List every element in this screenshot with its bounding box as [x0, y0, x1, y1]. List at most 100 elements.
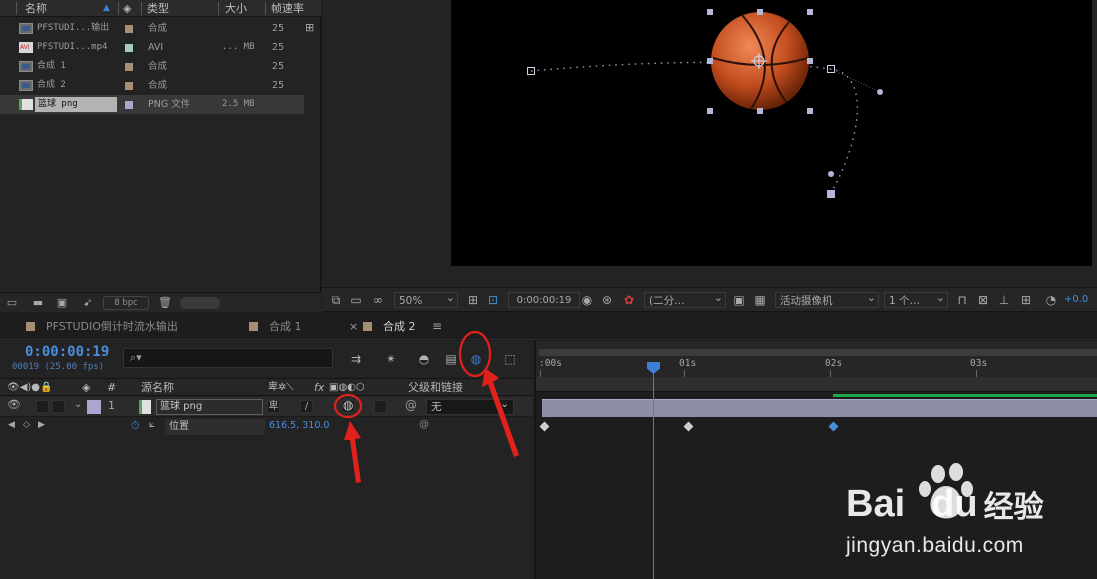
column-number[interactable]: # [107, 379, 116, 397]
enable-motion-blur-icon[interactable]: ◍ [468, 351, 484, 367]
playhead-line[interactable] [653, 365, 654, 579]
layer-name[interactable]: 篮球 png [156, 399, 263, 415]
composition-canvas[interactable] [451, 0, 1092, 266]
graph-icon[interactable]: ⟀ [149, 419, 155, 433]
shy-switch[interactable]: 卑 [267, 400, 280, 413]
bezier-handle[interactable] [828, 171, 834, 177]
viewer-timecode[interactable]: 0:00:00:19 [508, 292, 580, 308]
tab-comp-2[interactable]: 合成 2 [363, 313, 416, 340]
tab-comp-1[interactable]: 合成 1 [249, 313, 302, 340]
channel-icon[interactable]: ✿ [622, 293, 636, 307]
views-dropdown[interactable]: 1 个… [884, 290, 948, 308]
project-item[interactable]: PFSTUDI...mp4 AVI ... MB 25 [0, 38, 304, 57]
parent-dropdown[interactable]: 无 ⌄ [426, 398, 514, 415]
reset-exposure-icon[interactable]: ◔ [1044, 293, 1058, 307]
comp-flowchart-icon[interactable]: ⊥ [997, 293, 1011, 307]
keyframe-diamond[interactable] [683, 421, 694, 432]
parent-pickwhip-icon[interactable]: @ [405, 398, 417, 412]
keyframe-diamond[interactable] [539, 421, 550, 432]
quality-switch[interactable]: / [300, 400, 313, 413]
shy-layers-icon[interactable]: ✴ [383, 351, 399, 367]
property-row-position[interactable]: ◀ ◇ ▶ ⏱ ⟀ 位置 616.5, 310.0 @ [0, 418, 533, 436]
stopwatch-icon[interactable]: ⏱ [131, 419, 140, 433]
next-keyframe-icon[interactable]: ▶ [38, 420, 45, 434]
close-icon[interactable]: × [349, 320, 358, 333]
current-time[interactable]: 0:00:00:19 [25, 344, 109, 360]
project-item-selected[interactable]: 篮球 png PNG 文件 2.5 MB [0, 95, 304, 114]
zoom-dropdown[interactable]: 50% [394, 290, 458, 308]
render-icon[interactable]: ➹ [82, 297, 94, 308]
label-tag-icon[interactable]: ◈ [82, 379, 90, 397]
motion-path-overlay[interactable] [451, 0, 1092, 266]
expression-pickwhip-icon[interactable]: @ [419, 419, 429, 433]
work-area-track[interactable] [536, 377, 1097, 392]
flowchart-icon[interactable]: ⊞ [1019, 293, 1033, 307]
column-source-name[interactable]: 源名称 [141, 379, 174, 397]
switches-icons[interactable]: 卑✲⟍ [268, 379, 293, 397]
draft-3d-icon[interactable]: ⇉ [348, 351, 364, 367]
always-preview-icon[interactable]: ⧉ [329, 293, 343, 307]
label-tag-icon[interactable]: ◈ [123, 0, 131, 17]
project-item[interactable]: 合成 1 合成 25 [0, 57, 304, 76]
exposure-value[interactable]: +0.0 [1064, 292, 1088, 308]
column-parent[interactable]: 父级和链接 [408, 379, 463, 397]
tab-pfstudio[interactable]: PFSTUDIO倒计时流水输出 [26, 313, 178, 340]
panel-menu-icon[interactable]: ≡ [432, 319, 442, 333]
motion-path[interactable] [530, 61, 859, 194]
prev-keyframe-icon[interactable]: ◀ [8, 420, 15, 434]
eye-icon[interactable]: 👁 [7, 398, 21, 412]
solo-toggle[interactable] [52, 400, 65, 413]
monitor-icon[interactable]: ▭ [349, 293, 363, 307]
mask-visibility-icon[interactable]: ∞ [371, 293, 385, 307]
position-value[interactable]: 616.5, 310.0 [269, 420, 329, 434]
color-depth-button[interactable]: 8 bpc [103, 296, 149, 310]
bezier-handle[interactable] [877, 89, 883, 95]
timeline-icon[interactable]: ⊠ [976, 293, 990, 307]
region-of-interest-icon[interactable]: ⊡ [486, 293, 500, 307]
path-keyframe[interactable] [827, 190, 835, 198]
camera-snapshot-icon[interactable]: ◉ [580, 293, 594, 307]
transparency-grid-icon[interactable]: ▦ [753, 293, 767, 307]
flowchart-icon[interactable]: ⊞ [305, 21, 314, 34]
label-swatch[interactable] [125, 101, 133, 109]
thumbnail-slider[interactable] [180, 297, 220, 309]
fast-preview-icon[interactable]: ▣ [732, 293, 746, 307]
interpret-footage-icon[interactable]: ▭ [6, 297, 18, 308]
show-snapshot-icon[interactable]: ⊛ [600, 293, 614, 307]
motion-blur-icon[interactable]: ◍ [343, 398, 353, 412]
new-composition-icon[interactable]: ▣ [56, 297, 68, 308]
chevron-down-icon[interactable]: ⌄ [74, 399, 82, 413]
work-area-bar[interactable] [539, 349, 1097, 356]
column-fps[interactable]: 帧速率 [271, 0, 304, 17]
layer-label-swatch[interactable] [87, 400, 101, 414]
frame-blending-icon[interactable]: ◓ [416, 351, 432, 367]
layer-duration-bar[interactable] [542, 399, 1097, 417]
column-type[interactable]: 类型 [147, 0, 169, 17]
search-input[interactable]: ⌕▾ [123, 348, 333, 368]
label-swatch[interactable] [125, 44, 133, 52]
trash-icon[interactable]: 🗑 [158, 297, 172, 308]
label-swatch[interactable] [125, 82, 133, 90]
new-folder-icon[interactable]: ▬ [32, 297, 44, 308]
resolution-dropdown[interactable]: (二分… [644, 290, 726, 308]
graph-editor-icon[interactable]: ⬚ [502, 351, 518, 367]
project-item[interactable]: 合成 2 合成 25 [0, 76, 304, 95]
layer-row[interactable]: 👁 ⌄ 1 篮球 png 卑 / ◍ @ 无 ⌄ [0, 397, 533, 417]
column-name[interactable]: 名称 [25, 0, 47, 17]
motion-blur-icon[interactable]: ▤ [443, 351, 459, 367]
adjustment-switch[interactable] [374, 400, 387, 413]
time-ruler[interactable]: :00s 01s 02s 03s [536, 341, 1097, 377]
keyframe-diamond-selected[interactable] [828, 421, 839, 432]
add-keyframe-icon[interactable]: ◇ [23, 420, 30, 434]
fit-icon[interactable]: ⊞ [466, 293, 480, 307]
column-fx[interactable]: fx [314, 379, 324, 397]
project-item[interactable]: PFSTUDI...输出 合成 25 [0, 19, 304, 38]
column-size[interactable]: 大小 [225, 0, 247, 17]
camera-dropdown[interactable]: 活动摄像机 [775, 290, 879, 308]
switches-icons-2[interactable]: ▣◍◐⬡ [329, 379, 365, 397]
sort-ascending-icon[interactable]: ▲ [103, 0, 110, 17]
label-swatch[interactable] [125, 25, 133, 33]
av-features-icons[interactable]: 👁◀)●🔒 [7, 379, 52, 397]
audio-toggle[interactable] [36, 400, 49, 413]
toggle-pixel-aspect-icon[interactable]: ⊓ [955, 293, 969, 307]
